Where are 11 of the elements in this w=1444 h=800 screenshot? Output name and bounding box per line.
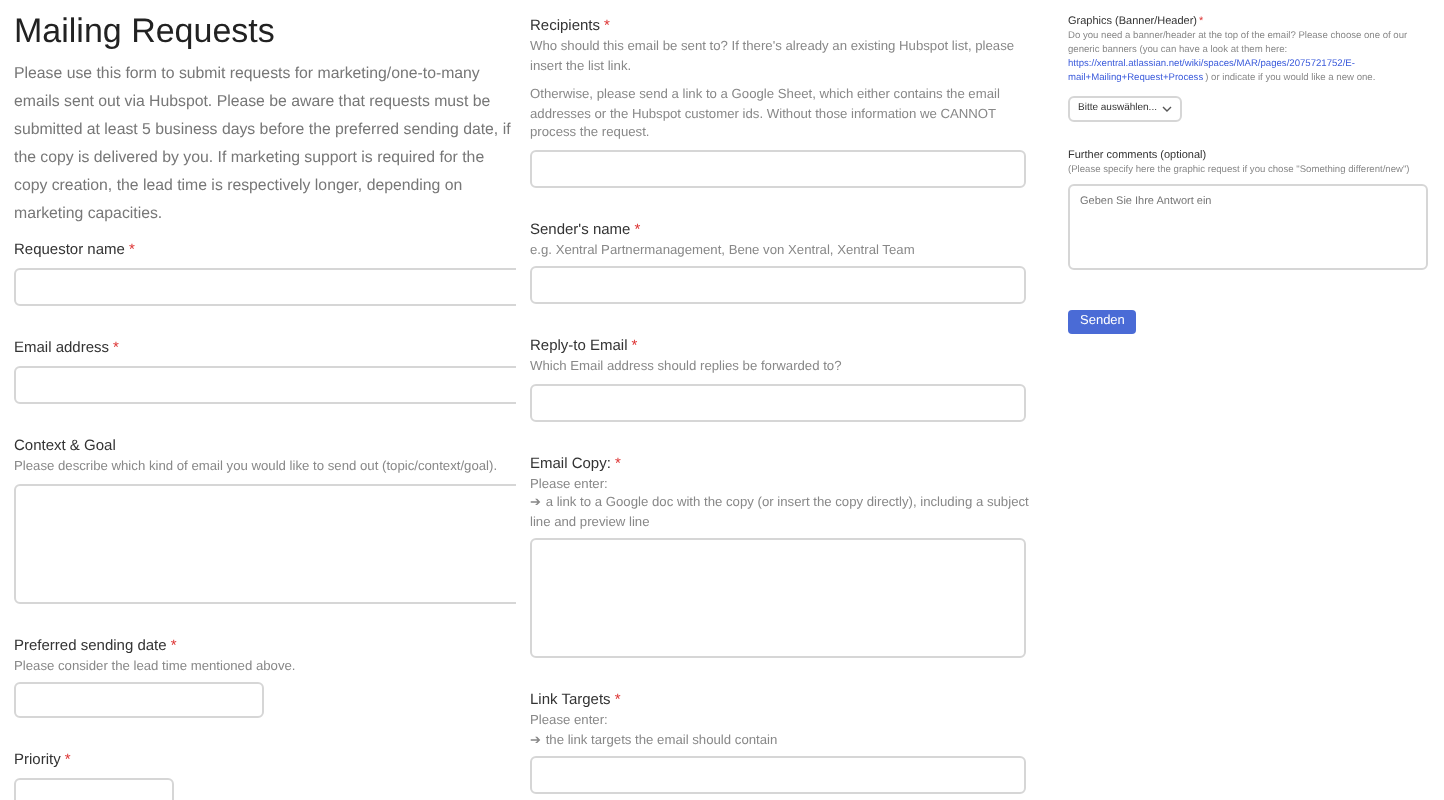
input-field[interactable] <box>530 756 1026 794</box>
text-area[interactable] <box>530 538 1026 658</box>
chevron-down-icon <box>1162 106 1172 112</box>
input-field[interactable] <box>14 268 516 306</box>
input-field[interactable] <box>530 149 1026 187</box>
form-title: Mailing Requests <box>14 12 277 52</box>
input-field[interactable] <box>530 383 1026 421</box>
input-field[interactable] <box>14 366 516 404</box>
text-area[interactable] <box>14 483 516 603</box>
date-field[interactable] <box>14 682 264 718</box>
input-field[interactable] <box>530 266 1026 304</box>
